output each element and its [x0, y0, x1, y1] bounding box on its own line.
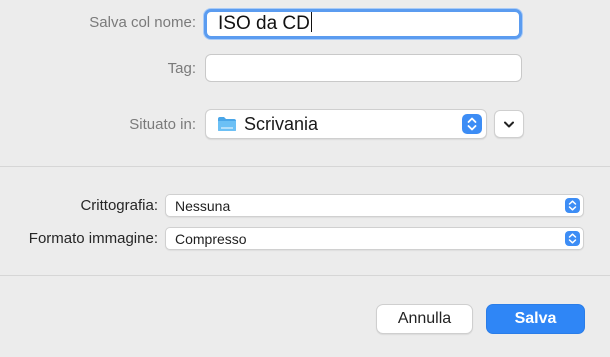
location-value: Scrivania — [244, 114, 319, 134]
format-label: Formato immagine: — [28, 230, 158, 247]
encryption-value: Nessuna — [175, 198, 231, 214]
location-popup[interactable]: Scrivania — [205, 109, 487, 139]
save-button[interactable]: Salva — [486, 304, 585, 334]
up-down-chevron-icon — [565, 198, 580, 213]
format-value: Compresso — [175, 231, 247, 247]
section-divider — [0, 275, 610, 276]
expand-browser-button[interactable] — [494, 110, 524, 138]
name-label: Salva col nome: — [89, 14, 196, 31]
cancel-button[interactable]: Annulla — [376, 304, 473, 334]
encryption-label: Crittografia: — [80, 197, 158, 214]
folder-icon — [217, 116, 237, 132]
tag-input[interactable] — [205, 54, 522, 82]
tag-label: Tag: — [167, 60, 196, 77]
location-label: Situato in: — [129, 116, 196, 133]
filename-value: ISO da CD — [218, 13, 310, 34]
save-dialog: Salva col nome: ISO da CD Tag: Situato i… — [0, 0, 610, 357]
up-down-chevron-icon — [565, 231, 580, 246]
section-divider — [0, 166, 610, 167]
up-down-chevron-icon — [462, 114, 482, 134]
filename-input[interactable]: ISO da CD — [204, 9, 522, 39]
encryption-select[interactable]: Nessuna — [165, 194, 584, 217]
text-caret — [310, 12, 312, 32]
image-format-select[interactable]: Compresso — [165, 227, 584, 250]
